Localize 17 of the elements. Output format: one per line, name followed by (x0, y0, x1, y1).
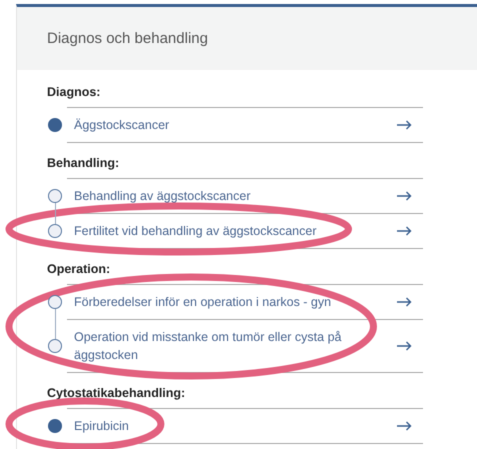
section-heading: Cytostatikabehandling: (47, 385, 186, 402)
arrow-right-icon (396, 191, 412, 201)
arrow-right-icon (396, 421, 412, 431)
list-link[interactable]: Äggstockscancer (67, 107, 423, 143)
list-link[interactable]: Förberedelser inför en operation i narkos - gyn (67, 284, 423, 319)
arrow-right-icon (396, 297, 412, 307)
section-heading: Behandling: (47, 155, 120, 172)
arrow-right-icon (396, 341, 412, 351)
arrow-right-icon (396, 226, 412, 236)
list-link[interactable]: Operation vid misstanke om tumör eller cysta på äggstocken (67, 319, 423, 373)
card-title: Diagnos och behandling (47, 30, 208, 48)
arrow-right-icon (396, 120, 412, 130)
section-heading: Operation: (47, 261, 112, 278)
list-link[interactable]: Behandling av äggstockscancer (67, 178, 423, 213)
list-link[interactable]: Fertilitet vid behandling av äggstockscancer (67, 213, 423, 249)
list-link[interactable]: Epirubicin (67, 408, 423, 444)
section-heading: Diagnos: (47, 84, 102, 101)
